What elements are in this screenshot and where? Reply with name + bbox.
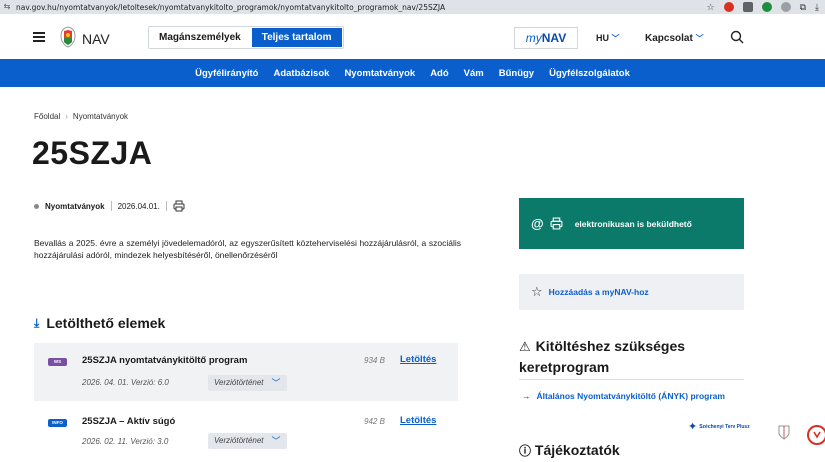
download-icon: ⤓ bbox=[34, 316, 39, 331]
crest-icon bbox=[778, 424, 790, 440]
divider bbox=[519, 379, 744, 380]
breadcrumb-separator: › bbox=[65, 112, 68, 121]
star-icon: ☆ bbox=[531, 284, 543, 300]
nav-item-bunugy[interactable]: Bűnügy bbox=[499, 68, 534, 79]
extension-icon[interactable] bbox=[762, 2, 772, 12]
info-heading-text: Tájékoztatók bbox=[535, 442, 620, 458]
browser-address-bar[interactable]: ⇆ nav.gov.hu/nyomtatvanyok/letoltesek/ny… bbox=[0, 0, 825, 14]
warning-icon: ⚠ bbox=[519, 339, 531, 354]
extension-icon[interactable] bbox=[781, 2, 791, 12]
download-link[interactable]: Letöltés bbox=[400, 354, 436, 365]
browser-extensions: ☆ ⧉ ⤓ bbox=[707, 2, 825, 13]
chevron-down-icon: ﹀ bbox=[612, 34, 620, 43]
download-item: WS 25SZJA nyomtatványkitöltő program 934… bbox=[34, 343, 458, 401]
toggle-private-persons[interactable]: Magánszemélyek bbox=[149, 27, 251, 48]
extension-icon[interactable] bbox=[743, 2, 753, 12]
government-crest-logo bbox=[771, 424, 797, 450]
at-sign-icon: @ bbox=[531, 216, 544, 231]
download-icon[interactable]: ⤓ bbox=[815, 2, 819, 13]
bookmark-star-icon[interactable]: ☆ bbox=[707, 2, 715, 13]
page-title: 25SZJA bbox=[32, 135, 152, 172]
chevron-down-icon: ﹀ bbox=[272, 375, 281, 391]
language-selector[interactable]: HU ﹀ bbox=[596, 33, 620, 44]
version-history-button[interactable]: Verziótörténet ﹀ bbox=[208, 375, 287, 391]
publish-date: 2026.04.01. bbox=[118, 202, 160, 211]
file-version: 2026. 04. 01. Verzió: 6.0 bbox=[82, 378, 169, 387]
breadcrumb-forms[interactable]: Nyomtatványok bbox=[73, 112, 128, 121]
print-icon bbox=[550, 217, 563, 230]
extensions-puzzle-icon[interactable]: ⧉ bbox=[800, 2, 806, 13]
required-program-heading: ⚠Kitöltéshez szükséges keretprogram bbox=[519, 336, 744, 377]
downloads-heading-text: Letölthető elemek bbox=[46, 315, 165, 331]
file-name: 25SZJA – Aktív súgó bbox=[82, 416, 175, 427]
nav-item-nyomtatvanyok[interactable]: Nyomtatványok bbox=[344, 68, 415, 79]
site-header: NAV Magánszemélyek Teljes tartalom myNAV… bbox=[0, 14, 825, 59]
required-program-heading-text: Kitöltéshez szükséges keretprogram bbox=[519, 338, 685, 375]
nav-item-ugyfelszolgalatok[interactable]: Ügyfélszolgálatok bbox=[549, 68, 630, 79]
contact-menu[interactable]: Kapcsolat ﹀ bbox=[645, 33, 704, 44]
nav-item-ugyfeliranyito[interactable]: Ügyfélirányító bbox=[195, 68, 258, 79]
category-dot bbox=[34, 204, 39, 209]
site-info-icon[interactable]: ⇆ bbox=[2, 2, 12, 12]
info-icon: ⓘ bbox=[519, 444, 531, 458]
file-size: 942 B bbox=[364, 417, 385, 426]
electronic-submission-text: elektronikusan is beküldhető bbox=[575, 219, 692, 229]
extension-icon[interactable] bbox=[724, 2, 734, 12]
anyk-program-link-text: Általános Nyomtatványkitöltő (ÁNYK) prog… bbox=[537, 391, 725, 401]
toggle-full-content[interactable]: Teljes tartalom bbox=[252, 28, 342, 47]
url-text[interactable]: nav.gov.hu/nyomtatvanyok/letoltesek/nyom… bbox=[16, 3, 707, 12]
logo-text[interactable]: NAV bbox=[82, 31, 110, 47]
mynav-suffix: NAV bbox=[542, 31, 566, 45]
search-icon[interactable] bbox=[730, 30, 744, 44]
file-name: 25SZJA nyomtatványkitöltő program bbox=[82, 355, 247, 366]
divider bbox=[166, 201, 167, 211]
file-type-badge: WS bbox=[48, 358, 67, 366]
page-meta: Nyomtatványok 2026.04.01. bbox=[34, 200, 185, 212]
info-heading: ⓘ Tájékoztatók bbox=[519, 442, 620, 459]
nav-item-ado[interactable]: Adó bbox=[430, 68, 448, 79]
file-version: 2026. 02. 11. Verzió: 3.0 bbox=[82, 437, 168, 446]
downloads-heading: ⤓ Letölthető elemek bbox=[34, 315, 165, 331]
mynav-prefix: my bbox=[526, 31, 542, 45]
anyk-program-link[interactable]: → Általános Nyomtatványkitöltő (ÁNYK) pro… bbox=[522, 391, 737, 402]
add-to-mynav-label: Hozzáadás a myNAV-hoz bbox=[549, 287, 649, 297]
contact-label: Kapcsolat bbox=[645, 33, 693, 44]
file-size: 934 B bbox=[364, 356, 385, 365]
add-to-mynav-button[interactable]: ☆ Hozzáadás a myNAV-hoz bbox=[519, 274, 744, 310]
download-link[interactable]: Letöltés bbox=[400, 415, 436, 426]
arrow-right-icon: → bbox=[522, 391, 531, 401]
audience-toggle[interactable]: Magánszemélyek Teljes tartalom bbox=[148, 26, 344, 49]
download-item: INFO 25SZJA – Aktív súgó 942 B Letöltés … bbox=[34, 404, 458, 462]
nav-item-vam[interactable]: Vám bbox=[464, 68, 484, 79]
menu-icon[interactable] bbox=[33, 32, 45, 42]
chevron-down-icon: ﹀ bbox=[272, 433, 281, 449]
category-tag[interactable]: Nyomtatványok bbox=[45, 202, 105, 211]
accessibility-icon[interactable] bbox=[806, 424, 825, 450]
print-icon[interactable] bbox=[173, 200, 185, 212]
file-type-badge: INFO bbox=[48, 419, 67, 427]
version-history-label: Verziótörténet bbox=[214, 433, 264, 449]
electronic-submission-box: @ elektronikusan is beküldhető bbox=[519, 198, 744, 249]
szechenyi-plus-icon: ✦ bbox=[688, 424, 697, 430]
chevron-down-icon: ﹀ bbox=[696, 34, 704, 43]
form-description: Bevallás a 2025. évre a személyi jövedel… bbox=[34, 237, 461, 261]
mynav-button[interactable]: myNAV bbox=[514, 27, 578, 49]
language-label: HU bbox=[596, 33, 609, 43]
divider bbox=[111, 201, 112, 211]
nav-logo-icon[interactable] bbox=[59, 26, 77, 48]
szechenyi-terv-logo: ✦ Széchenyi Terv Plusz bbox=[688, 424, 752, 450]
breadcrumb-home[interactable]: Főoldal bbox=[34, 112, 60, 121]
version-history-button[interactable]: Verziótörténet ﹀ bbox=[208, 433, 287, 449]
version-history-label: Verziótörténet bbox=[214, 375, 264, 391]
main-navigation: Ügyfélirányító Adatbázisok Nyomtatványok… bbox=[0, 59, 825, 87]
breadcrumb: Főoldal › Nyomtatványok bbox=[34, 112, 128, 121]
nav-item-adatbazisok[interactable]: Adatbázisok bbox=[273, 68, 329, 79]
szechenyi-text: Széchenyi Terv Plusz bbox=[699, 424, 749, 430]
